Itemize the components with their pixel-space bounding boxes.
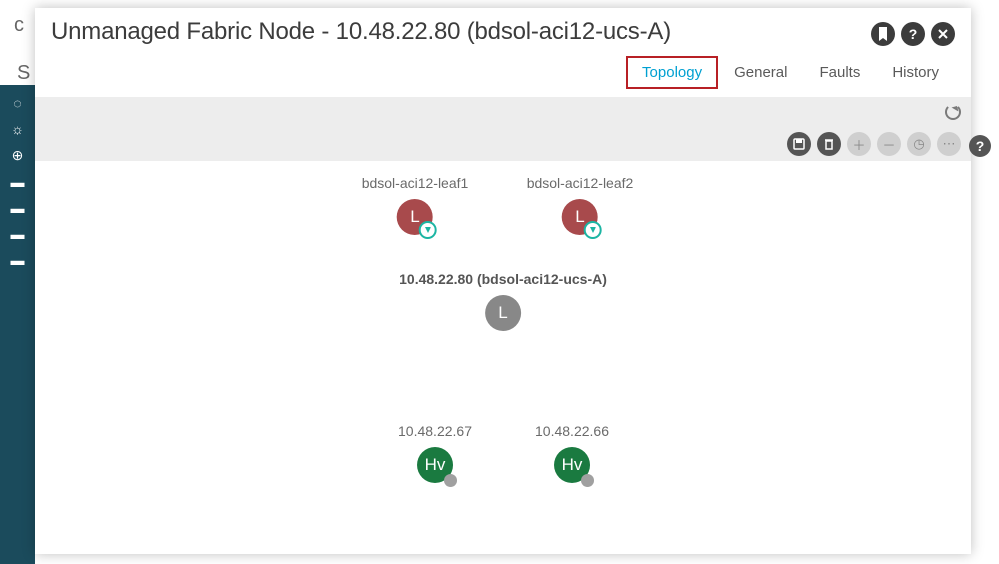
node-leaf2-type: L xyxy=(575,207,584,227)
node-hv1-badge-icon xyxy=(444,474,457,487)
toolbar: ＋ － ◷ ⋯ xyxy=(35,127,971,161)
bg-sidebar-icon-2: ☼ xyxy=(0,121,35,137)
node-center-circle: L xyxy=(485,295,521,331)
tab-history[interactable]: History xyxy=(876,56,955,89)
node-leaf1-circle: L xyxy=(397,199,433,235)
node-hv2-label: 10.48.22.66 xyxy=(535,423,609,439)
bg-help-icon[interactable]: ? xyxy=(969,135,991,157)
bookmark-icon[interactable] xyxy=(871,22,895,46)
node-hv1-circle: Hv xyxy=(417,447,453,483)
node-hv2[interactable]: 10.48.22.66 Hv xyxy=(535,423,609,483)
modal-unmanaged-fabric-node: Unmanaged Fabric Node - 10.48.22.80 (bds… xyxy=(35,8,971,554)
node-hv2-circle: Hv xyxy=(554,447,590,483)
node-leaf1-badge-icon xyxy=(419,221,437,239)
node-leaf2-badge-icon xyxy=(584,221,602,239)
node-center[interactable]: 10.48.22.80 (bdsol-aci12-ucs-A) L xyxy=(399,271,607,331)
node-hv1-label: 10.48.22.67 xyxy=(398,423,472,439)
bg-sidebar-icon-3: ⊕ xyxy=(0,147,35,164)
bg-sidebar-icon-1: ◌ xyxy=(0,95,35,111)
save-icon[interactable] xyxy=(787,132,811,156)
modal-title: Unmanaged Fabric Node - 10.48.22.80 (bds… xyxy=(51,18,671,46)
help-icon[interactable]: ? xyxy=(901,22,925,46)
modal-actions: ? xyxy=(871,18,955,46)
delete-icon[interactable] xyxy=(817,132,841,156)
node-hv2-badge-icon xyxy=(581,474,594,487)
bg-sidebar-icon-6: ▬ xyxy=(0,226,35,242)
node-hv1-type: Hv xyxy=(425,455,446,475)
tabs: Topology General Faults History xyxy=(35,46,971,97)
quickbar xyxy=(35,97,971,127)
topology-links xyxy=(35,161,335,311)
bg-sidebar-icon-7: ▬ xyxy=(0,252,35,268)
zoom-in-icon[interactable]: ＋ xyxy=(847,132,871,156)
node-leaf2-label: bdsol-aci12-leaf2 xyxy=(527,175,634,191)
tab-faults[interactable]: Faults xyxy=(803,56,876,89)
node-leaf1[interactable]: bdsol-aci12-leaf1 L xyxy=(362,175,469,235)
topology-canvas[interactable]: bdsol-aci12-leaf1 L bdsol-aci12-leaf2 L … xyxy=(35,161,971,554)
settings-icon[interactable]: ⋯ xyxy=(937,132,961,156)
zoom-fit-icon[interactable]: ◷ xyxy=(907,132,931,156)
bg-app-letter-s: S xyxy=(17,62,30,85)
bg-app-letter-c: c xyxy=(14,14,24,37)
node-center-type: L xyxy=(498,303,507,323)
node-hv2-type: Hv xyxy=(562,455,583,475)
modal-header: Unmanaged Fabric Node - 10.48.22.80 (bds… xyxy=(35,8,971,46)
node-leaf2[interactable]: bdsol-aci12-leaf2 L xyxy=(527,175,634,235)
bg-sidebar: ◌ ☼ ⊕ ▬ ▬ ▬ ▬ xyxy=(0,85,35,564)
bg-sidebar-icon-5: ▬ xyxy=(0,200,35,216)
node-hv1[interactable]: 10.48.22.67 Hv xyxy=(398,423,472,483)
tab-topology[interactable]: Topology xyxy=(626,56,718,89)
tab-general[interactable]: General xyxy=(718,56,803,89)
bg-sidebar-icon-4: ▬ xyxy=(0,174,35,190)
node-leaf2-circle: L xyxy=(562,199,598,235)
refresh-icon[interactable] xyxy=(945,104,961,120)
zoom-out-icon[interactable]: － xyxy=(877,132,901,156)
node-leaf1-label: bdsol-aci12-leaf1 xyxy=(362,175,469,191)
close-icon[interactable] xyxy=(931,22,955,46)
node-center-label: 10.48.22.80 (bdsol-aci12-ucs-A) xyxy=(399,271,607,287)
node-leaf1-type: L xyxy=(410,207,419,227)
